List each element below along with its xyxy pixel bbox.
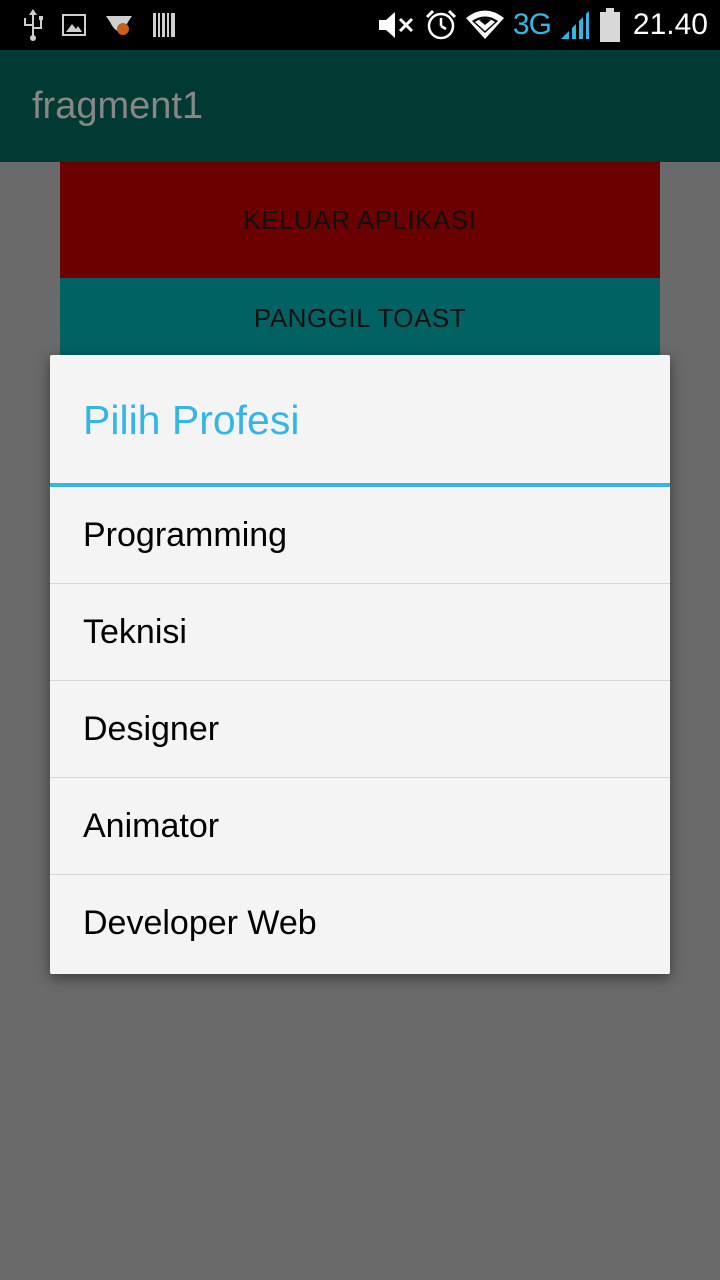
dialog-list: Programming Teknisi Designer Animator De… [50, 487, 670, 972]
dialog-item-designer[interactable]: Designer [50, 681, 670, 778]
alarm-icon [425, 9, 457, 41]
system-icons: 3G 21.40 [377, 6, 708, 44]
dialog-item-teknisi[interactable]: Teknisi [50, 584, 670, 681]
action-bar: fragment1 [0, 50, 720, 162]
app-title: fragment1 [32, 85, 204, 127]
status-bar: 3G 21.40 [0, 0, 720, 50]
barcode-icon [152, 11, 176, 39]
image-icon [62, 12, 86, 38]
exit-app-button[interactable]: KELUAR APLIKASI [60, 162, 660, 278]
app-notification-icon [104, 10, 134, 40]
dialog-item-developer-web[interactable]: Developer Web [50, 875, 670, 972]
network-type: 3G [512, 8, 552, 41]
clock: 21.40 [632, 8, 708, 41]
mute-icon [377, 9, 417, 41]
wifi-icon [465, 9, 505, 41]
profession-dialog: Pilih Profesi Programming Teknisi Design… [50, 355, 670, 974]
signal-icon [559, 9, 591, 41]
screen: 3G 21.40 fragment1 KELUAR APLIKASI PANGG… [0, 0, 720, 1280]
notification-icons [22, 9, 176, 41]
usb-icon [22, 9, 44, 41]
battery-icon [599, 8, 621, 42]
show-toast-button[interactable]: PANGGIL TOAST [60, 278, 660, 358]
dialog-item-animator[interactable]: Animator [50, 778, 670, 875]
dialog-item-programming[interactable]: Programming [50, 487, 670, 584]
dialog-title: Pilih Profesi [83, 397, 300, 443]
